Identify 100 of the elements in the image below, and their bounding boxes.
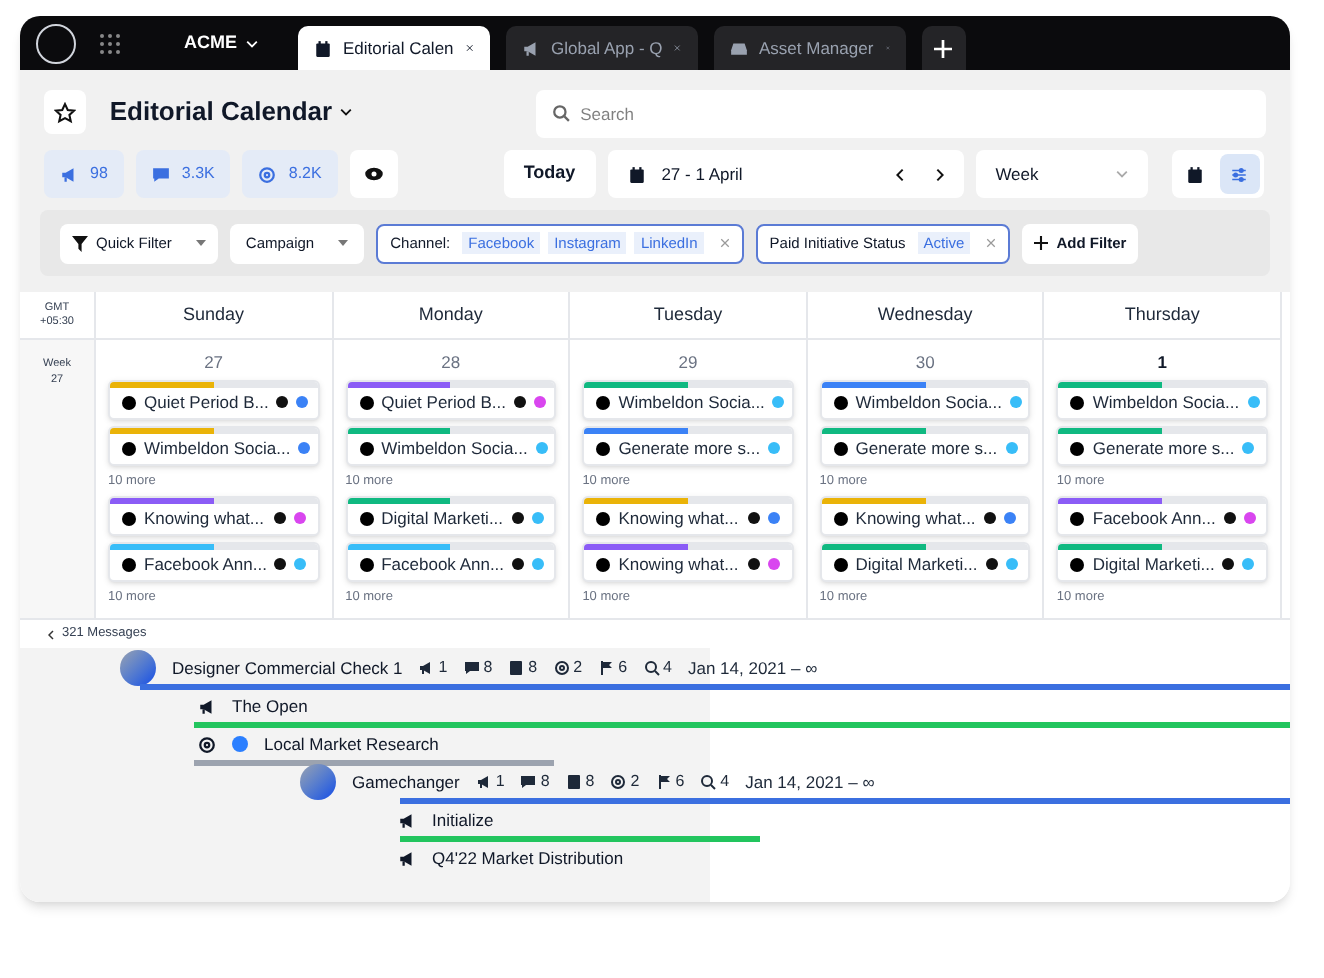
campaign-title: Designer Commercial Check 1: [172, 655, 403, 682]
card-title: Wimbeldon Socia...: [855, 389, 1003, 416]
card-title: Knowing what...: [855, 505, 977, 531]
page-title: Editorial Calendar: [109, 94, 333, 131]
target-icon: [610, 774, 627, 791]
megaphone-icon: [398, 849, 416, 868]
tab-label: Asset Manager: [759, 35, 874, 61]
document-icon: [508, 660, 525, 677]
post-card[interactable]: Generate more s...: [582, 425, 794, 466]
day-number: 28: [439, 350, 463, 376]
campaign-title: Gamechanger: [352, 769, 460, 796]
stat-button[interactable]: 3.3K: [135, 150, 231, 198]
post-card[interactable]: Digital Marketi...: [1056, 541, 1268, 581]
stat-count: 8: [483, 656, 493, 681]
stat-count: 4: [663, 656, 672, 681]
megaphone-icon: [60, 165, 78, 183]
post-card[interactable]: Wimbeldon Socia...: [582, 379, 794, 420]
post-card[interactable]: Knowing what...: [582, 495, 794, 535]
megaphone-icon: [198, 697, 216, 716]
post-card[interactable]: Digital Marketi...: [819, 541, 1031, 581]
visibility-button[interactable]: [349, 150, 398, 198]
close-icon[interactable]: [674, 42, 681, 54]
previous-icon[interactable]: [895, 167, 904, 181]
back-icon[interactable]: [48, 629, 54, 640]
avatar: [300, 764, 336, 801]
task-title: Q4'22 Market Distribution: [432, 845, 624, 872]
new-tab-button[interactable]: [921, 26, 965, 70]
post-card[interactable]: Wimbeldon Socia...: [819, 379, 1031, 420]
browser-tab[interactable]: Global App - Q: [505, 26, 697, 70]
date-range: Jan 14, 2021 – ∞: [687, 655, 818, 682]
card-title: Wimbeldon Socia...: [144, 435, 291, 462]
workspace-menu[interactable]: ACME: [184, 29, 257, 57]
card-title: Digital Marketi...: [1092, 551, 1215, 577]
flag-icon: [655, 774, 672, 791]
star-icon: [53, 101, 76, 123]
apps-grid-icon[interactable]: [100, 33, 120, 53]
stat-count: 4: [720, 770, 730, 795]
card-title: Generate more s...: [618, 435, 761, 462]
megaphone-icon: [398, 811, 416, 830]
search-field[interactable]: Search: [536, 90, 1266, 138]
next-icon[interactable]: [935, 167, 944, 181]
post-card[interactable]: Quiet Period B...: [108, 379, 320, 420]
day-header: Monday: [418, 301, 483, 328]
card-title: Knowing what...: [618, 551, 740, 577]
task-title: The Open: [232, 693, 308, 720]
document-icon: [565, 774, 582, 791]
day-number: 30: [913, 350, 937, 376]
target-icon: [553, 660, 570, 677]
post-card[interactable]: Facebook Ann...: [345, 541, 557, 581]
search-icon: [700, 774, 717, 791]
post-card[interactable]: Wimbeldon Socia...: [345, 425, 557, 466]
post-card[interactable]: Knowing what...: [582, 541, 794, 581]
post-card[interactable]: Wimbeldon Socia...: [108, 425, 320, 466]
target-icon: [258, 165, 277, 183]
close-icon[interactable]: [465, 42, 473, 54]
chat-icon: [520, 774, 537, 791]
post-card[interactable]: Facebook Ann...: [108, 541, 320, 581]
tab-label: Editorial Calen: [343, 35, 454, 61]
post-card[interactable]: Generate more s...: [1056, 425, 1268, 466]
caret-icon: [195, 240, 206, 246]
stat-count: 8: [540, 770, 550, 795]
sliders-icon: [1230, 165, 1249, 183]
chat-icon: [463, 660, 480, 677]
calendar-icon: [313, 39, 331, 57]
megaphone-icon: [418, 660, 435, 677]
flag-icon: [598, 660, 615, 677]
stat-count: 8: [528, 656, 538, 681]
calendar-icon: [627, 165, 646, 183]
close-icon[interactable]: [986, 238, 997, 248]
post-card[interactable]: Knowing what...: [108, 495, 320, 535]
stat-count: 1: [495, 770, 505, 795]
stat-count: 8: [585, 770, 595, 795]
browser-tab[interactable]: Asset Manager: [713, 26, 905, 70]
card-title: Wimbeldon Socia...: [618, 389, 765, 416]
post-card[interactable]: Knowing what...: [819, 495, 1031, 535]
favorite-button[interactable]: [44, 90, 86, 134]
browser-tab[interactable]: Editorial Calen: [297, 26, 489, 70]
chevron-down-icon[interactable]: [340, 108, 353, 116]
stat-button[interactable]: 98: [44, 150, 124, 198]
period-select[interactable]: Week: [975, 150, 1148, 198]
post-card[interactable]: Facebook Ann...: [1056, 495, 1268, 535]
stat-count: 2: [573, 656, 583, 681]
post-card[interactable]: Quiet Period B...: [345, 379, 557, 420]
card-title: Digital Marketi...: [381, 505, 504, 531]
close-icon[interactable]: [719, 238, 730, 248]
today-button[interactable]: Today: [503, 150, 596, 198]
post-card[interactable]: Wimbeldon Socia...: [1056, 379, 1268, 420]
target-icon: [198, 735, 216, 754]
caret-icon: [338, 240, 349, 246]
post-card[interactable]: Generate more s...: [819, 425, 1031, 466]
day-header: Thursday: [1124, 301, 1200, 328]
stat-count: 6: [675, 770, 685, 795]
post-card[interactable]: Digital Marketi...: [345, 495, 557, 535]
funnel-icon: [72, 235, 88, 251]
date-range-picker[interactable]: 27 - 1 April: [607, 150, 964, 198]
stat-button[interactable]: 8.2K: [242, 150, 338, 198]
search-icon: [552, 103, 571, 121]
card-title: Facebook Ann...: [381, 551, 505, 577]
megaphone-icon: [475, 774, 492, 791]
day-number: 29: [676, 350, 700, 376]
